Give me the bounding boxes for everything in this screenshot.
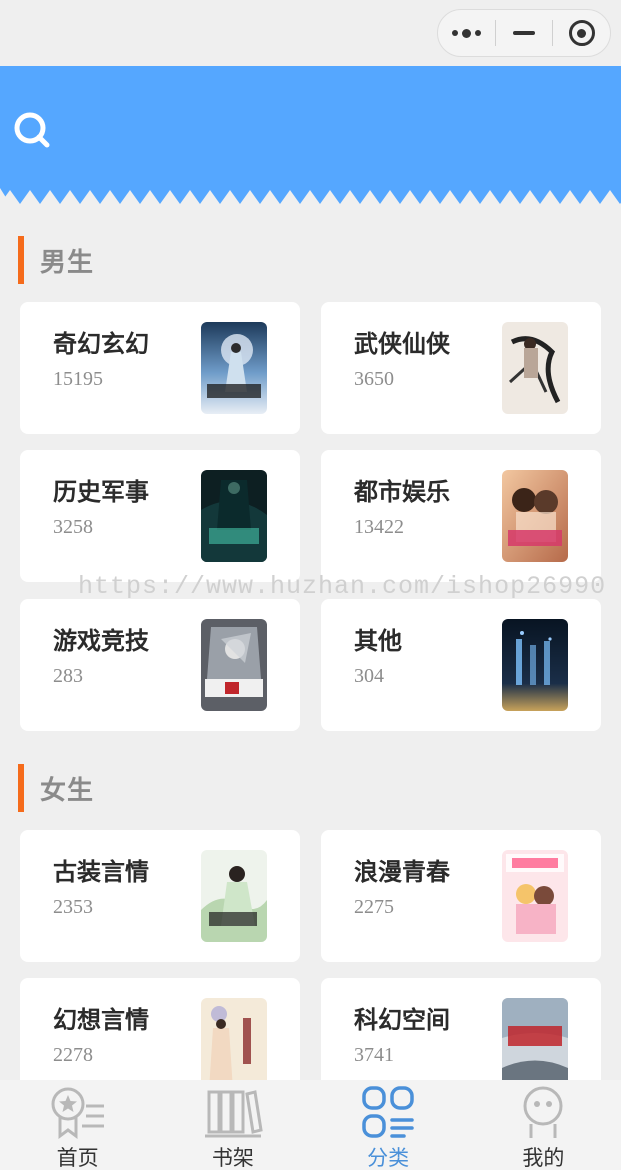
search-button[interactable] <box>12 110 52 150</box>
book-cover-image <box>201 470 267 562</box>
category-count: 15195 <box>53 368 103 390</box>
category-name: 游戏竞技 <box>53 627 149 655</box>
category-grid-icon <box>362 1086 414 1138</box>
book-cover-image <box>502 850 568 942</box>
section-title-male: 男生 <box>18 236 94 284</box>
section-accent-bar <box>18 236 24 284</box>
category-card-wuxia[interactable]: 武侠仙侠 3650 <box>321 302 601 434</box>
category-card-ancient-romance[interactable]: 古装言情 2353 <box>20 830 300 962</box>
category-name: 幻想言情 <box>53 1006 149 1034</box>
search-header <box>0 66 621 204</box>
category-count: 2278 <box>53 1044 93 1066</box>
search-icon <box>14 112 50 148</box>
category-count: 13422 <box>354 516 404 538</box>
miniprogram-capsule <box>437 9 611 57</box>
more-button[interactable] <box>438 10 495 56</box>
minus-icon <box>513 31 535 35</box>
zigzag-edge <box>0 188 621 204</box>
book-cover-image <box>201 322 267 414</box>
book-cover-image <box>502 322 568 414</box>
category-count: 283 <box>53 665 83 687</box>
tab-bookshelf[interactable]: 书架 <box>155 1080 310 1170</box>
category-name: 武侠仙侠 <box>354 330 450 358</box>
bookshelf-icon <box>204 1090 263 1138</box>
section-title-text: 女生 <box>40 775 95 806</box>
tab-label: 书架 <box>211 1146 254 1170</box>
category-card-fantasy[interactable]: 奇幻玄幻 15195 <box>20 302 300 434</box>
close-miniprogram-button[interactable] <box>553 10 610 56</box>
book-cover-image <box>201 998 267 1090</box>
tab-home[interactable]: 首页 <box>0 1080 155 1170</box>
category-count: 2275 <box>354 896 394 918</box>
book-cover-image <box>502 470 568 562</box>
category-name: 浪漫青春 <box>354 858 450 886</box>
category-card-youth-romance[interactable]: 浪漫青春 2275 <box>321 830 601 962</box>
bottom-tab-bar: 首页 书架 分类 我的 <box>0 1080 621 1170</box>
more-dots-icon <box>451 28 481 38</box>
tab-label: 分类 <box>367 1146 410 1170</box>
category-name: 科幻空间 <box>354 1006 450 1034</box>
book-cover-image <box>201 619 267 711</box>
book-cover-image <box>502 619 568 711</box>
category-name: 古装言情 <box>53 858 149 886</box>
category-name: 奇幻玄幻 <box>53 330 149 358</box>
category-card-urban[interactable]: 都市娱乐 13422 <box>321 450 601 582</box>
section-title-text: 男生 <box>40 247 95 278</box>
section-title-female: 女生 <box>18 764 94 812</box>
category-count: 304 <box>354 665 384 687</box>
category-name: 都市娱乐 <box>354 478 450 506</box>
category-count: 3650 <box>354 368 394 390</box>
tab-label: 我的 <box>522 1146 565 1170</box>
category-card-other[interactable]: 其他 304 <box>321 599 601 731</box>
book-cover-image <box>201 850 267 942</box>
tab-category[interactable]: 分类 <box>311 1080 466 1170</box>
category-card-history[interactable]: 历史军事 3258 <box>20 450 300 582</box>
target-icon <box>568 20 595 46</box>
category-name: 历史军事 <box>53 478 149 506</box>
category-card-gaming[interactable]: 游戏竞技 283 <box>20 599 300 731</box>
book-cover-image <box>502 998 568 1090</box>
watermark-text: https://www.huzhan.com/ishop26990 <box>78 572 607 601</box>
tab-label: 首页 <box>56 1146 99 1170</box>
category-count: 2353 <box>53 896 93 918</box>
category-name: 其他 <box>354 627 402 655</box>
section-accent-bar <box>18 764 24 812</box>
home-badge-icon <box>51 1087 104 1139</box>
user-avatar-icon <box>523 1086 563 1138</box>
tab-profile[interactable]: 我的 <box>466 1080 621 1170</box>
minimize-button[interactable] <box>496 10 553 56</box>
category-count: 3741 <box>354 1044 394 1066</box>
category-count: 3258 <box>53 516 93 538</box>
